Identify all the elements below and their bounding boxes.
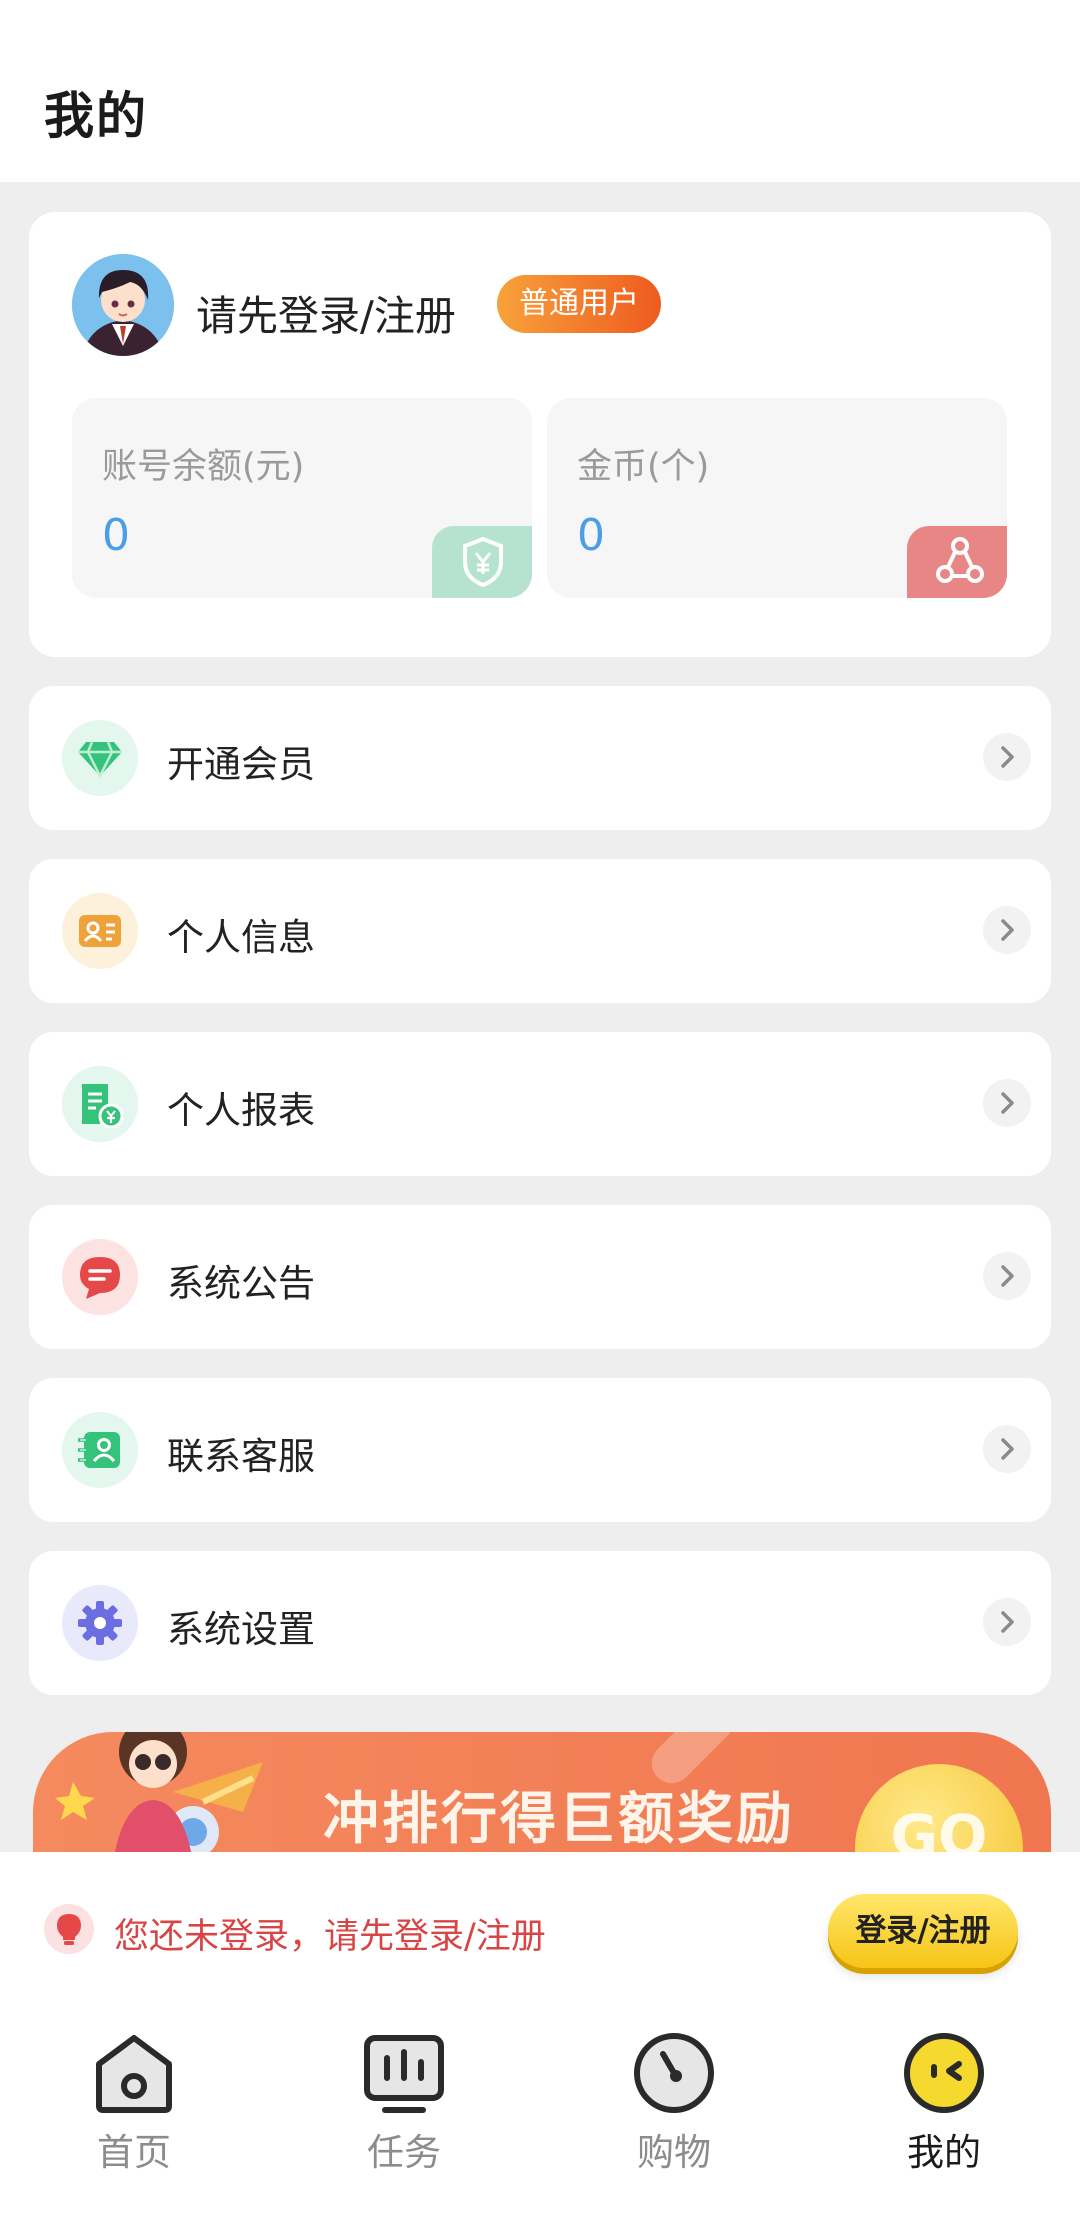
cartoon-girl-rocket-icon	[55, 1732, 263, 1852]
balance-value: 0	[102, 510, 130, 561]
mine-icon	[904, 2033, 984, 2113]
menu-item-report[interactable]: 个人报表	[29, 1032, 1051, 1176]
page-title: 我的	[44, 76, 152, 148]
home-icon	[96, 2035, 172, 2113]
menu-item-vip[interactable]: 开通会员	[29, 686, 1051, 830]
diamond-icon	[62, 720, 138, 796]
user-level-badge: 普通用户	[497, 275, 661, 333]
menu-item-label: 系统公告	[167, 1262, 315, 1305]
nav-shopping-label: 购物	[637, 2131, 711, 2174]
menu-item-customer-service[interactable]: 联系客服	[29, 1378, 1051, 1522]
login-prompt-link[interactable]: 请先登录/注册	[196, 282, 456, 342]
shopping-icon	[634, 2033, 714, 2113]
nav-shopping[interactable]: 购物	[574, 2030, 774, 2190]
contact-icon	[62, 1412, 138, 1488]
nav-mine-label: 我的	[907, 2131, 981, 2174]
nav-home[interactable]: 首页	[34, 2030, 234, 2190]
chevron-right-icon	[983, 1425, 1031, 1473]
nav-task[interactable]: 任务	[304, 2030, 504, 2190]
balance-label: 账号余额(元)	[102, 447, 305, 487]
chevron-right-icon	[983, 1079, 1031, 1127]
menu-item-label: 开通会员	[167, 743, 315, 786]
balance-box[interactable]: 账号余额(元) 0	[72, 398, 532, 598]
login-notice-text: 您还未登录，请先登录/注册	[114, 1917, 546, 1957]
menu-item-profile[interactable]: 个人信息	[29, 859, 1051, 1003]
menu-item-label: 个人信息	[167, 916, 315, 959]
banner-title: 冲排行得巨额奖励	[323, 1787, 795, 1852]
menu-item-label: 联系客服	[167, 1435, 315, 1478]
gear-icon	[62, 1585, 138, 1661]
login-register-button[interactable]: 登录/注册	[828, 1894, 1018, 1968]
report-icon	[62, 1066, 138, 1142]
chevron-right-icon	[983, 1252, 1031, 1300]
chevron-right-icon	[983, 906, 1031, 954]
menu-item-announcement[interactable]: 系统公告	[29, 1205, 1051, 1349]
chevron-right-icon	[983, 733, 1031, 781]
header: 我的	[0, 0, 1080, 182]
coins-box[interactable]: 金币(个) 0	[547, 398, 1007, 598]
message-icon	[62, 1239, 138, 1315]
menu-item-settings[interactable]: 系统设置	[29, 1551, 1051, 1695]
yuan-shield-icon	[432, 526, 532, 598]
nav-home-label: 首页	[97, 2131, 171, 2174]
menu-item-label: 系统设置	[167, 1608, 315, 1651]
lightbulb-icon	[44, 1904, 94, 1954]
bottom-nav: 首页 任务 购物 我的	[0, 2002, 1080, 2228]
ranking-banner[interactable]: 冲排行得巨额奖励 GO	[33, 1732, 1051, 1852]
nav-task-label: 任务	[367, 2131, 441, 2174]
avatar[interactable]	[72, 254, 174, 356]
id-card-icon	[62, 893, 138, 969]
coins-value: 0	[577, 510, 605, 561]
banner-go-button[interactable]: GO	[855, 1764, 1023, 1852]
coins-label: 金币(个)	[577, 447, 710, 487]
profile-card: 请先登录/注册 普通用户 账号余额(元) 0 金币(个) 0	[29, 212, 1051, 657]
login-notice-bar: 您还未登录，请先登录/注册 登录/注册	[0, 1852, 1080, 2002]
chevron-right-icon	[983, 1598, 1031, 1646]
task-icon	[364, 2035, 444, 2113]
share-nodes-icon	[907, 526, 1007, 598]
nav-mine[interactable]: 我的	[844, 2030, 1044, 2190]
menu-item-label: 个人报表	[167, 1089, 315, 1132]
